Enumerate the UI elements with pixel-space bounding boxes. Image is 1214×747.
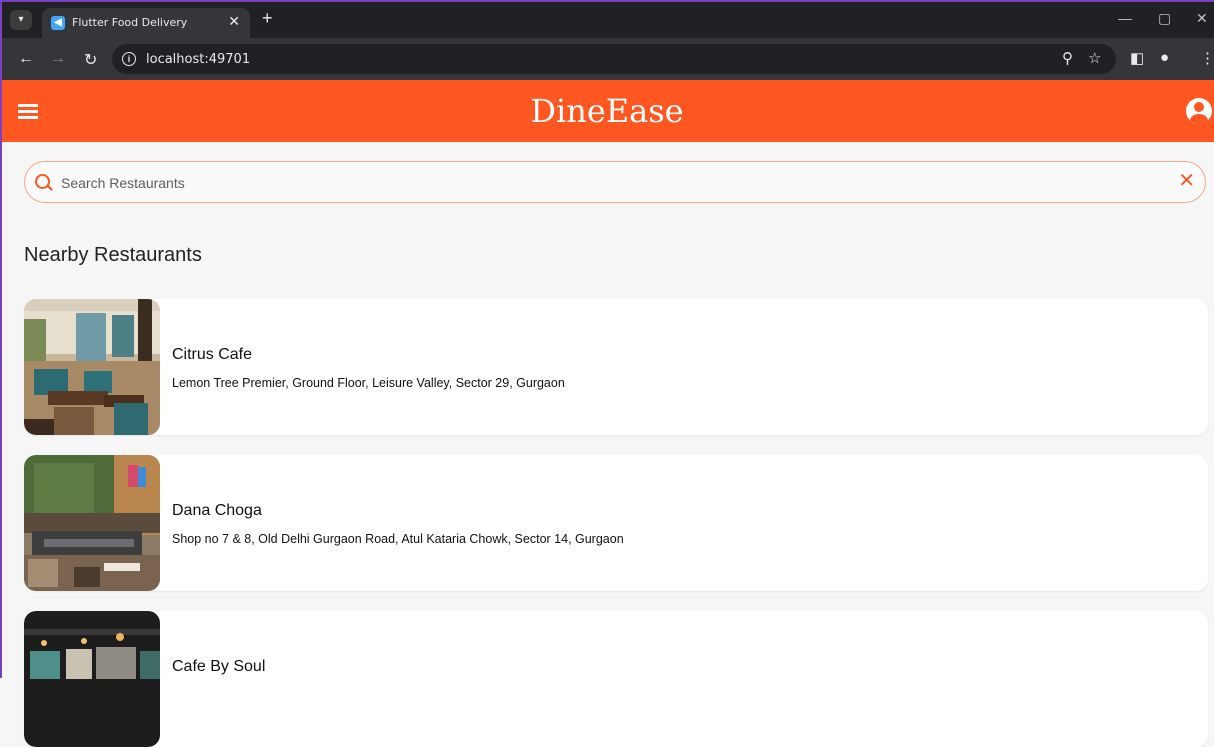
- window-border-left: [0, 0, 2, 678]
- restaurant-image: [24, 299, 160, 435]
- forward-icon[interactable]: →: [50, 50, 66, 68]
- app-bar: DineEase: [0, 80, 1214, 142]
- close-window-icon[interactable]: ✕: [1196, 10, 1208, 27]
- side-panel-icon[interactable]: ◧: [1130, 49, 1144, 67]
- restaurant-name: Dana Choga: [172, 502, 262, 519]
- url-text: localhost:49701: [146, 52, 251, 67]
- menu-kebab-icon[interactable]: ⋮: [1200, 49, 1214, 67]
- minimize-icon[interactable]: —: [1118, 10, 1132, 26]
- browser-toolbar: ← → ↻ i localhost:49701 ⚲ ☆ ◧ ● ⋮: [0, 38, 1214, 80]
- bookmark-star-icon[interactable]: ☆: [1088, 49, 1101, 67]
- app-title: DineEase: [530, 92, 684, 130]
- profile-icon[interactable]: ●: [1160, 49, 1169, 66]
- clear-search-icon[interactable]: ✕: [1178, 170, 1195, 192]
- search-icon: [35, 174, 50, 189]
- site-info-icon[interactable]: i: [122, 52, 136, 66]
- back-icon[interactable]: ←: [18, 50, 34, 68]
- restaurant-address: Shop no 7 & 8, Old Delhi Gurgaon Road, A…: [172, 532, 624, 546]
- address-bar[interactable]: i localhost:49701 ⚲ ☆: [112, 44, 1116, 74]
- location-icon[interactable]: ⚲: [1062, 49, 1073, 67]
- restaurant-name: Cafe By Soul: [172, 658, 266, 675]
- restaurant-name: Citrus Cafe: [172, 346, 253, 363]
- restaurant-image: [24, 611, 160, 747]
- search-bar: ✕: [24, 161, 1206, 203]
- new-tab-icon[interactable]: +: [262, 8, 273, 29]
- restaurant-card[interactable]: Cafe By Soul: [24, 611, 1208, 747]
- reload-icon[interactable]: ↻: [84, 50, 97, 70]
- restaurant-image: [24, 455, 160, 591]
- restaurant-card[interactable]: Citrus Cafe Lemon Tree Premier, Ground F…: [24, 299, 1208, 435]
- restaurant-address: Lemon Tree Premier, Ground Floor, Leisur…: [172, 376, 565, 390]
- restaurant-card[interactable]: Dana Choga Shop no 7 & 8, Old Delhi Gurg…: [24, 455, 1208, 591]
- tab-search-chevron-icon[interactable]: ▾: [10, 10, 32, 30]
- account-icon[interactable]: [1186, 98, 1212, 124]
- maximize-icon[interactable]: ▢: [1158, 10, 1171, 27]
- close-tab-icon[interactable]: ✕: [228, 13, 240, 30]
- flutter-icon: ◀: [51, 16, 65, 30]
- window-border-top: [0, 0, 1214, 2]
- search-input[interactable]: [59, 172, 1163, 194]
- browser-tab-bar: ▾ ◀ Flutter Food Delivery ✕ + — ▢ ✕: [0, 2, 1214, 38]
- browser-tab[interactable]: ◀ Flutter Food Delivery ✕: [42, 8, 250, 38]
- section-title: Nearby Restaurants: [24, 244, 202, 266]
- tab-title: Flutter Food Delivery: [72, 16, 188, 29]
